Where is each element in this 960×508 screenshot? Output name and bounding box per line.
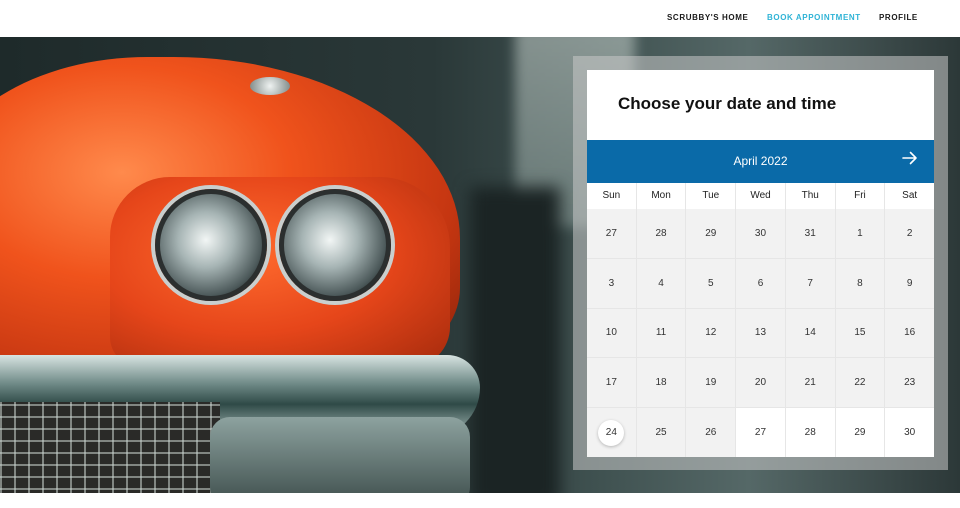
calendar-day[interactable]: 18 [636, 358, 686, 408]
calendar-day-number: 8 [857, 277, 863, 289]
calendar-day-number: 2 [906, 227, 913, 239]
calendar-day-number: 3 [608, 277, 615, 289]
calendar-day[interactable]: 20 [736, 358, 785, 408]
calendar-day[interactable]: 10 [587, 308, 636, 358]
calendar-day-number: 26 [705, 427, 717, 439]
calendar-day[interactable]: 30 [885, 408, 934, 457]
calendar-day[interactable]: 26 [686, 408, 736, 457]
calendar-day-number: 7 [807, 277, 813, 289]
calendar-day[interactable]: 28 [636, 209, 686, 258]
car-headlight-left [155, 189, 267, 301]
calendar-day[interactable]: 1 [835, 209, 885, 258]
calendar-day-number: 16 [904, 327, 916, 339]
calendar-day-number: 28 [655, 227, 667, 239]
calendar-day-number: 21 [804, 377, 816, 389]
calendar-day[interactable]: 29 [835, 408, 885, 457]
weekday-label: Wed [736, 183, 786, 209]
calendar-day-today[interactable]: 24 [587, 408, 636, 457]
background-shadow [470, 187, 560, 493]
calendar-grid: 27 28 29 30 31 1 2 3 4 5 6 7 8 9 10 11 1… [587, 209, 934, 457]
booking-panel: Choose your date and time April 2022 Sun… [587, 70, 934, 457]
nav-link-home[interactable]: SCRUBBY'S HOME [667, 13, 748, 25]
calendar-day[interactable]: 21 [785, 358, 835, 408]
calendar-month-header: April 2022 [587, 140, 934, 183]
nav-link-book-appointment[interactable]: BOOK APPOINTMENT [767, 13, 861, 25]
calendar-day[interactable]: 9 [885, 258, 934, 308]
next-month-button[interactable] [900, 148, 920, 168]
calendar-day-number: 19 [705, 377, 717, 389]
calendar-day[interactable]: 13 [736, 308, 785, 358]
calendar-day-number: 15 [854, 327, 866, 339]
calendar-day[interactable]: 27 [736, 408, 785, 457]
calendar-day[interactable]: 17 [587, 358, 636, 408]
calendar-day[interactable]: 8 [835, 258, 885, 308]
weekday-label: Sun [587, 183, 637, 209]
calendar-day[interactable]: 14 [785, 308, 835, 358]
calendar-day-number: 24 [605, 427, 617, 439]
calendar-day[interactable]: 7 [785, 258, 835, 308]
calendar-day[interactable]: 28 [785, 408, 835, 457]
calendar-day-number: 5 [708, 277, 714, 289]
nav-link-profile[interactable]: PROFILE [879, 13, 918, 25]
car-grille [0, 402, 220, 493]
calendar-day-number: 18 [655, 377, 667, 389]
weekday-label: Mon [637, 183, 687, 209]
calendar-day[interactable]: 19 [686, 358, 736, 408]
calendar-day-number: 27 [605, 227, 617, 239]
calendar-day-number: 27 [754, 427, 767, 439]
page-bottom-strip [0, 493, 960, 508]
calendar-day[interactable]: 22 [835, 358, 885, 408]
calendar-day[interactable]: 3 [587, 258, 636, 308]
calendar-day[interactable]: 25 [636, 408, 686, 457]
calendar-day[interactable]: 30 [736, 209, 785, 258]
calendar-day-number: 12 [705, 327, 717, 339]
calendar-day-number: 29 [705, 227, 717, 239]
calendar-day-number: 14 [804, 327, 816, 339]
weekday-label: Fri [836, 183, 886, 209]
calendar-day[interactable]: 31 [785, 209, 835, 258]
calendar-day-number: 20 [754, 377, 767, 389]
calendar-day-number: 4 [658, 277, 664, 289]
calendar-day[interactable]: 4 [636, 258, 686, 308]
calendar-day[interactable]: 23 [885, 358, 934, 408]
calendar-day[interactable]: 27 [587, 209, 636, 258]
calendar-day-number: 1 [857, 227, 863, 239]
calendar-day[interactable]: 2 [885, 209, 934, 258]
weekday-label: Tue [686, 183, 737, 209]
calendar-day-number: 31 [804, 227, 816, 239]
calendar-day-number: 25 [655, 427, 667, 439]
calendar-day-number: 28 [804, 427, 816, 439]
calendar-day[interactable]: 16 [885, 308, 934, 358]
calendar-day-number: 29 [854, 427, 866, 439]
top-nav-bar: SCRUBBY'S HOME BOOK APPOINTMENT PROFILE [0, 0, 960, 37]
calendar-day-number: 30 [904, 427, 916, 439]
calendar-day[interactable]: 15 [835, 308, 885, 358]
calendar-day-number: 11 [655, 327, 667, 339]
calendar-day-number: 6 [757, 277, 764, 289]
car-lower-chrome [210, 417, 470, 493]
calendar-day[interactable]: 5 [686, 258, 736, 308]
hood-ornament [250, 77, 290, 95]
calendar-day[interactable]: 12 [686, 308, 736, 358]
weekday-label: Sat [902, 190, 918, 201]
calendar-day-number: 22 [854, 377, 866, 389]
arrow-right-icon [902, 151, 917, 165]
calendar-day-number: 17 [605, 377, 617, 389]
calendar-day[interactable]: 29 [686, 209, 736, 258]
calendar-day-number: 13 [754, 327, 767, 339]
car-headlight-right [279, 189, 391, 301]
weekday-label: Thu [786, 183, 836, 209]
calendar-day[interactable]: 6 [736, 258, 785, 308]
calendar-month-label: April 2022 [733, 154, 788, 168]
calendar-day-number: 23 [904, 377, 916, 389]
booking-title: Choose your date and time [618, 94, 837, 113]
calendar-day-number: 10 [605, 327, 617, 339]
calendar-day-number: 30 [754, 227, 767, 239]
calendar-day[interactable]: 11 [636, 308, 686, 358]
calendar-day-number: 9 [906, 277, 913, 289]
weekday-header-row: Sun Mon Tue Wed Thu Fri Sat [587, 183, 934, 209]
